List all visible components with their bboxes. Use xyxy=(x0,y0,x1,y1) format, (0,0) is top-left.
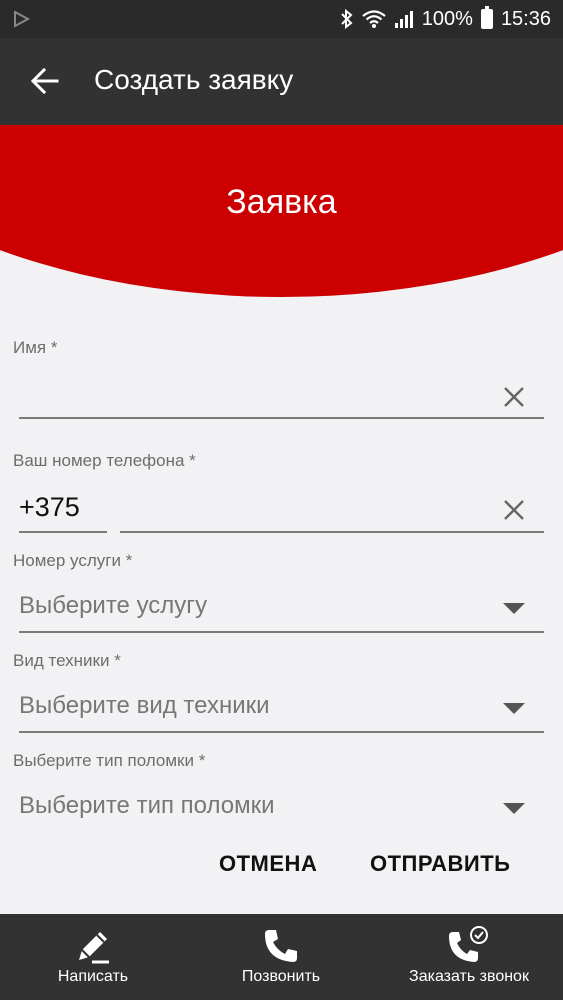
close-icon xyxy=(504,387,524,407)
name-underline xyxy=(19,417,544,419)
phone-underline xyxy=(120,531,544,533)
chevron-down-icon xyxy=(503,703,525,714)
name-input[interactable] xyxy=(19,378,489,414)
chevron-down-icon xyxy=(503,803,525,814)
arrow-back-icon xyxy=(31,68,59,94)
close-icon xyxy=(504,500,524,520)
pencil-icon xyxy=(71,924,115,968)
nav-call-label: Позвонить xyxy=(241,968,321,985)
service-label: Номер услуги * xyxy=(13,551,133,570)
name-clear-button[interactable] xyxy=(497,380,531,414)
chevron-down-icon xyxy=(503,603,525,614)
status-bar: 100% 15:36 xyxy=(0,0,563,38)
app-bar: Создать заявку xyxy=(0,38,563,125)
name-label: Имя * xyxy=(13,338,58,357)
nav-write-label: Написать xyxy=(57,968,129,985)
equipment-underline xyxy=(19,731,544,733)
service-placeholder: Выберите услугу xyxy=(19,592,208,619)
hero-title: Заявка xyxy=(226,183,337,221)
cancel-button[interactable]: ОТМЕНА xyxy=(219,851,317,877)
equipment-label: Вид техники * xyxy=(13,651,121,670)
play-notification-icon xyxy=(14,10,31,28)
phone-icon xyxy=(259,924,303,968)
phone-check-icon xyxy=(447,924,491,968)
bottom-nav: Написать Позвонить Заказать звонок xyxy=(0,914,563,1000)
battery-icon xyxy=(480,6,493,29)
nav-call[interactable]: Позвонить xyxy=(231,914,331,1000)
nav-write[interactable]: Написать xyxy=(43,914,143,1000)
breakdown-select[interactable]: Выберите тип поломки xyxy=(19,782,544,830)
page-title: Создать заявку xyxy=(94,64,294,95)
service-select[interactable]: Выберите услугу xyxy=(19,582,544,630)
signal-icon xyxy=(394,11,413,28)
nav-order-call-label: Заказать звонок xyxy=(409,968,529,985)
phone-prefix-underline xyxy=(19,531,107,533)
nav-order-call[interactable]: Заказать звонок xyxy=(398,914,540,1000)
phone-label: Ваш номер телефона * xyxy=(13,451,196,470)
breakdown-placeholder: Выберите тип поломки xyxy=(19,792,275,819)
hero-banner: Заявка xyxy=(0,125,563,300)
equipment-select[interactable]: Выберите вид техники xyxy=(19,682,544,730)
breakdown-label: Выберите тип поломки * xyxy=(13,751,206,770)
phone-prefix[interactable]: +375 xyxy=(19,492,80,523)
phone-clear-button[interactable] xyxy=(497,493,531,527)
wifi-icon xyxy=(362,10,386,28)
equipment-placeholder: Выберите вид техники xyxy=(19,692,270,719)
back-button[interactable] xyxy=(22,58,68,104)
service-underline xyxy=(19,631,544,633)
submit-button[interactable]: ОТПРАВИТЬ xyxy=(370,851,510,877)
bluetooth-icon xyxy=(341,9,353,29)
phone-input[interactable] xyxy=(120,492,490,528)
battery-percent: 100% xyxy=(421,7,473,30)
status-indicators: 100% 15:36 xyxy=(340,0,551,38)
clock: 15:36 xyxy=(500,7,551,30)
